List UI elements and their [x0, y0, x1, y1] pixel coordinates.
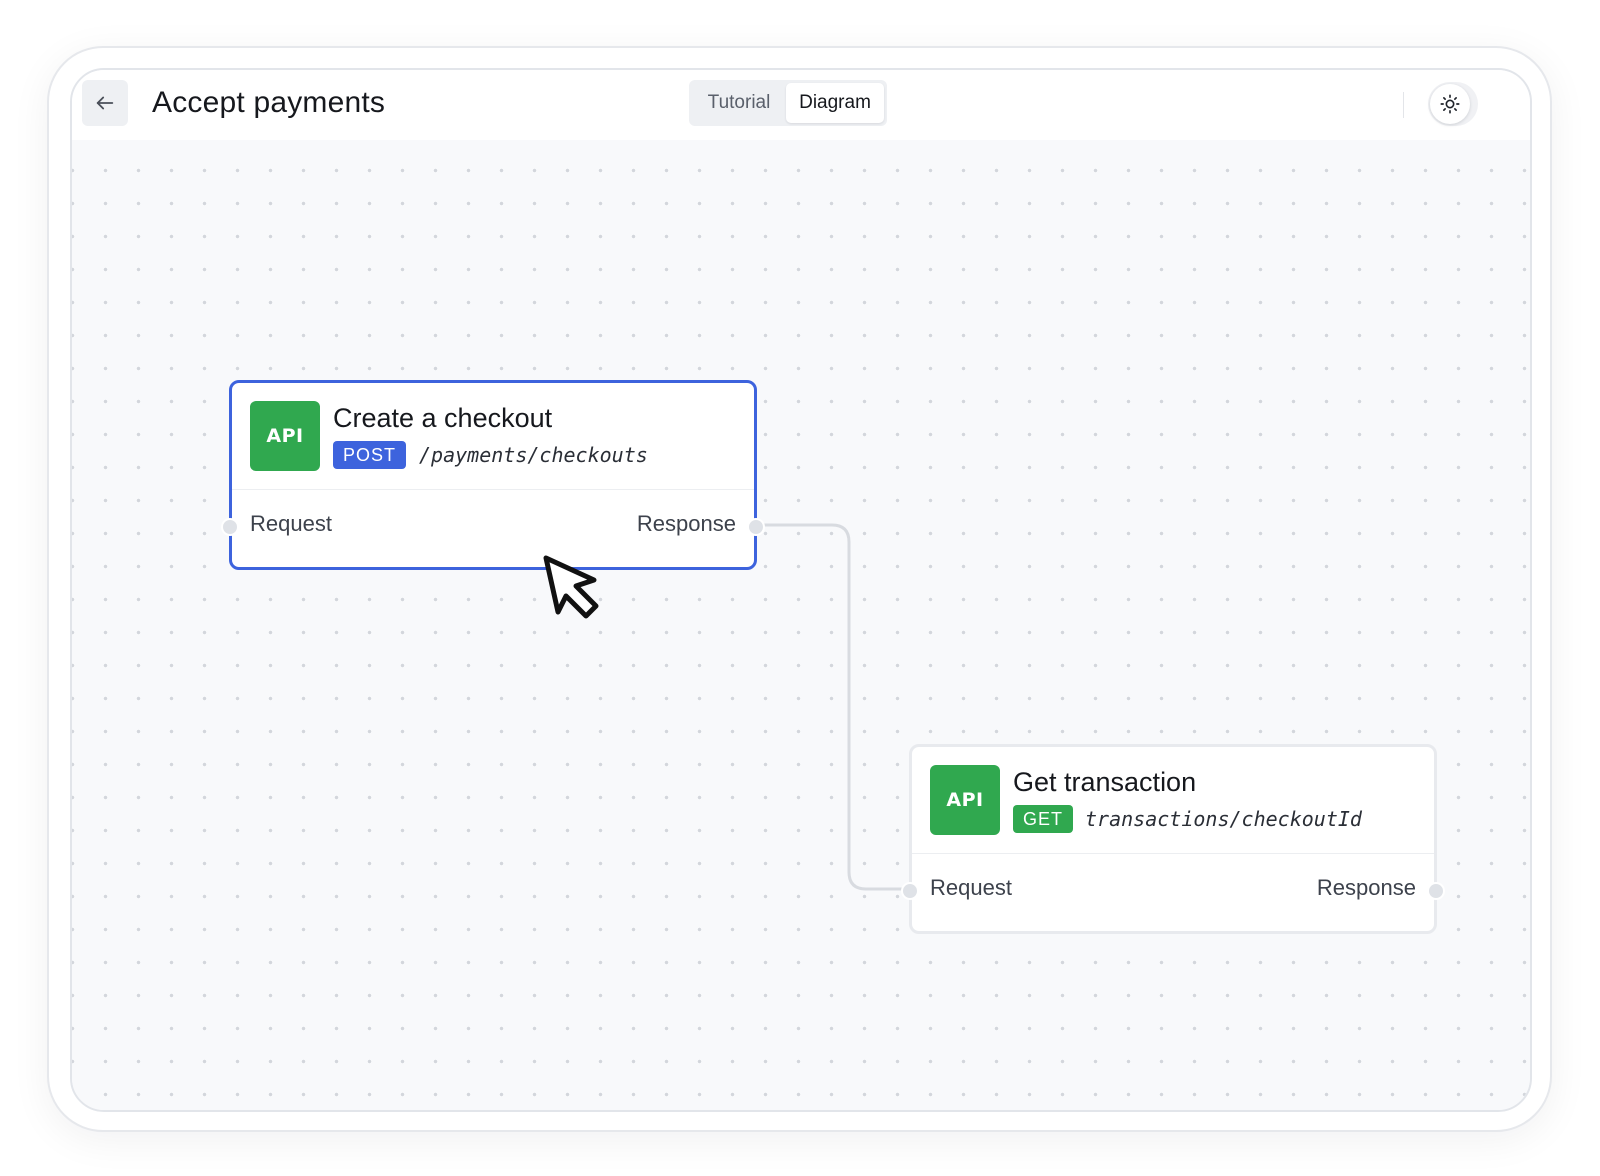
mouse-cursor-icon	[543, 555, 599, 619]
tab-tutorial[interactable]: Tutorial	[693, 83, 785, 123]
node-header: API Create a checkout POST /payments/che…	[232, 383, 754, 490]
sun-icon	[1440, 94, 1460, 114]
back-button[interactable]	[82, 80, 128, 126]
api-badge: API	[930, 765, 1000, 835]
diagram-canvas[interactable]: API Create a checkout POST /payments/che…	[72, 140, 1530, 1110]
output-port-label: Response	[636, 511, 736, 536]
theme-toggle-knob	[1430, 84, 1470, 124]
input-port-handle[interactable]	[221, 518, 239, 536]
node-get-transaction[interactable]: API Get transaction GET transactions/che…	[901, 744, 1445, 934]
input-port-label: Request	[250, 511, 332, 536]
edge-create-checkout-to-get-transaction	[757, 523, 912, 891]
input-port-label: Request	[930, 875, 1012, 900]
method-badge: GET	[1013, 805, 1074, 833]
method-badge: POST	[333, 441, 407, 469]
app-header: Accept payments Tutorial Diagram	[72, 70, 1530, 141]
app-window: Accept payments Tutorial Diagram API Cre…	[70, 68, 1532, 1112]
node-title: Create a checkout	[333, 403, 553, 433]
api-badge: API	[250, 401, 320, 471]
tab-diagram[interactable]: Diagram	[786, 83, 884, 123]
output-port-handle[interactable]	[1427, 882, 1445, 900]
output-port-label: Response	[1316, 875, 1416, 900]
node-create-checkout[interactable]: API Create a checkout POST /payments/che…	[221, 380, 765, 570]
page-title: Accept payments	[152, 86, 386, 119]
input-port-handle[interactable]	[901, 882, 919, 900]
edge-connector	[757, 523, 912, 891]
view-toggle: Tutorial Diagram	[689, 80, 887, 126]
header-divider	[1403, 92, 1404, 118]
node-header: API Get transaction GET transactions/che…	[912, 747, 1434, 854]
endpoint-path: transactions/checkoutId	[1085, 807, 1362, 831]
output-port-handle[interactable]	[747, 518, 765, 536]
endpoint-path: /payments/checkouts	[419, 443, 648, 467]
theme-toggle[interactable]	[1428, 82, 1478, 126]
arrow-left-icon	[96, 96, 114, 110]
node-title: Get transaction	[1013, 767, 1197, 797]
